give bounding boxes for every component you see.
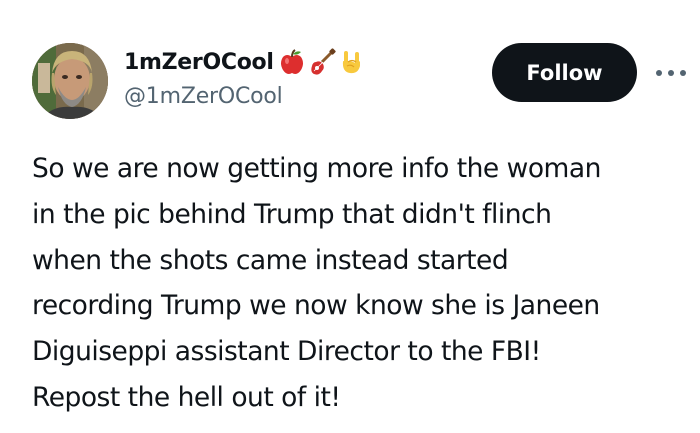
tweet-text-line: recording Trump we now know she is Janee… — [32, 290, 600, 322]
more-options-icon — [656, 70, 686, 76]
more-options-button[interactable] — [654, 58, 688, 88]
avatar-photo — [32, 43, 108, 119]
tweet-text-line: when the shots came instead started — [32, 244, 509, 276]
tweet-text-line: in the pic behind Trump that didn't flin… — [32, 198, 552, 230]
red-apple-icon — [278, 48, 306, 76]
avatar[interactable] — [32, 43, 108, 119]
follow-button[interactable]: Follow — [492, 43, 637, 102]
tweet-text: So we are now getting more info the woma… — [32, 146, 696, 421]
tweet-card: 1mZerOCool @1mZerOCool Follow So we are … — [0, 0, 700, 433]
tweet-text-line: So we are now getting more info the woma… — [32, 153, 601, 184]
guitar-icon — [308, 48, 336, 76]
tweet-text-line: Repost the hell out of it! — [32, 381, 341, 413]
user-handle[interactable]: @1mZerOCool — [124, 84, 366, 109]
tweet-text-line: Diguiseppi assistant Director to the FBI… — [32, 336, 541, 368]
display-name-row: 1mZerOCool — [124, 46, 366, 78]
author-info: 1mZerOCool @1mZerOCool — [124, 46, 366, 109]
display-name[interactable]: 1mZerOCool — [124, 50, 274, 75]
sign-of-the-horns-icon — [338, 48, 366, 76]
